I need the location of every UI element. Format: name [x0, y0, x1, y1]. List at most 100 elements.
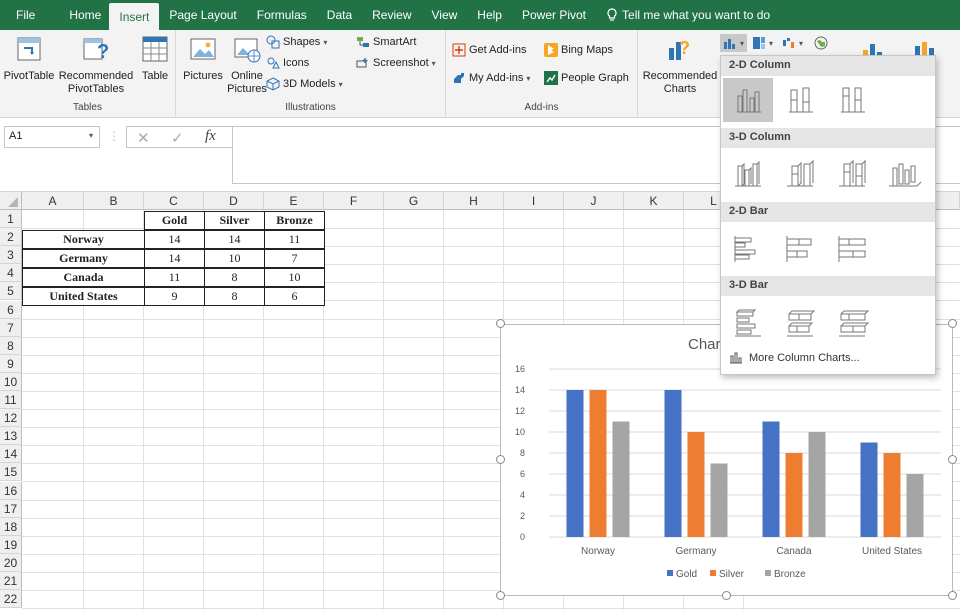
- column-header-f[interactable]: F: [324, 192, 384, 210]
- shapes-button[interactable]: Shapes ▾: [266, 35, 327, 49]
- clustered-bar-option[interactable]: [723, 226, 773, 270]
- row-header-16[interactable]: 16: [0, 481, 22, 500]
- country-germany[interactable]: Germany: [22, 249, 145, 268]
- chart-resize-handle-mr[interactable]: [948, 455, 957, 464]
- bronze-canada[interactable]: 10: [264, 268, 325, 287]
- bronze-norway[interactable]: 11: [264, 230, 325, 249]
- row-header-21[interactable]: 21: [0, 572, 22, 590]
- gold-norway[interactable]: 14: [144, 230, 205, 249]
- row-header-4[interactable]: 4: [0, 264, 22, 283]
- bronze-united-states[interactable]: 6: [264, 287, 325, 306]
- name-box[interactable]: A1 ▾: [4, 126, 100, 148]
- gold-united-states[interactable]: 9: [144, 287, 205, 306]
- insert-function-icon[interactable]: fx: [205, 128, 216, 145]
- column-header-g[interactable]: G: [384, 192, 444, 210]
- row-header-11[interactable]: 11: [0, 391, 22, 409]
- row-header-14[interactable]: 14: [0, 445, 22, 464]
- gold-germany[interactable]: 14: [144, 249, 205, 268]
- 3d-stacked-bar-option[interactable]: [775, 300, 825, 344]
- tab-home[interactable]: Home: [55, 0, 109, 30]
- column-header-c[interactable]: C: [144, 192, 204, 210]
- 3d-clustered-bar-option[interactable]: [723, 300, 773, 344]
- tell-me-box[interactable]: Tell me what you want to do: [596, 0, 780, 30]
- 100-stacked-column-option[interactable]: [827, 78, 877, 122]
- recommended-charts-button[interactable]: ? Recommended Charts: [640, 34, 720, 96]
- country-norway[interactable]: Norway: [22, 230, 145, 249]
- 3d-column-option[interactable]: [879, 152, 929, 196]
- pictures-button[interactable]: Pictures: [180, 34, 226, 83]
- 100-stacked-bar-option[interactable]: [827, 226, 877, 270]
- pivottable-button[interactable]: PivotTable: [2, 34, 56, 83]
- enter-icon[interactable]: ✓: [171, 129, 184, 147]
- row-header-8[interactable]: 8: [0, 336, 22, 355]
- row-header-2[interactable]: 2: [0, 228, 22, 247]
- bronze-germany[interactable]: 7: [264, 249, 325, 268]
- 3d-models-button[interactable]: 3D Models ▾: [266, 77, 343, 91]
- country-canada[interactable]: Canada: [22, 268, 145, 287]
- select-all-corner[interactable]: [0, 192, 22, 210]
- row-header-7[interactable]: 7: [0, 318, 22, 337]
- clustered-column-option[interactable]: [723, 78, 773, 122]
- column-header-i[interactable]: I: [504, 192, 564, 210]
- tab-file[interactable]: File: [0, 0, 55, 30]
- chart-resize-handle-bl[interactable]: [496, 591, 505, 600]
- column-header-a[interactable]: A: [22, 192, 84, 210]
- row-header-20[interactable]: 20: [0, 553, 22, 572]
- smartart-button[interactable]: SmartArt: [356, 35, 416, 49]
- row-header-13[interactable]: 13: [0, 427, 22, 446]
- column-header-k[interactable]: K: [624, 192, 684, 210]
- chart-resize-handle-tl[interactable]: [496, 319, 505, 328]
- header-silver[interactable]: Silver: [204, 211, 265, 230]
- screenshot-button[interactable]: Screenshot ▾: [356, 56, 436, 70]
- silver-norway[interactable]: 14: [204, 230, 265, 249]
- get-addins-button[interactable]: Get Add-ins: [452, 43, 526, 57]
- silver-united-states[interactable]: 8: [204, 287, 265, 306]
- stacked-bar-option[interactable]: [775, 226, 825, 270]
- column-header-h[interactable]: H: [444, 192, 504, 210]
- chart-resize-handle-ml[interactable]: [496, 455, 505, 464]
- row-header-12[interactable]: 12: [0, 409, 22, 428]
- people-graph-button[interactable]: People Graph: [544, 71, 629, 85]
- row-header-5[interactable]: 5: [0, 282, 22, 301]
- 3d-100-stacked-bar-option[interactable]: [827, 300, 877, 344]
- my-addins-button[interactable]: My Add-ins ▾: [452, 71, 530, 85]
- column-header-e[interactable]: E: [264, 192, 324, 210]
- column-header-d[interactable]: D: [204, 192, 264, 210]
- row-header-3[interactable]: 3: [0, 246, 22, 265]
- online-pictures-button[interactable]: Online Pictures: [226, 34, 268, 96]
- row-header-19[interactable]: 19: [0, 535, 22, 554]
- tab-power-pivot[interactable]: Power Pivot: [512, 0, 596, 30]
- insert-map-chart-button[interactable]: [812, 34, 830, 52]
- gold-canada[interactable]: 11: [144, 268, 205, 287]
- 3d-clustered-column-option[interactable]: [723, 152, 773, 196]
- stacked-column-option[interactable]: [775, 78, 825, 122]
- bing-maps-button[interactable]: Bing Maps: [544, 43, 613, 57]
- tab-formulas[interactable]: Formulas: [247, 0, 317, 30]
- row-header-17[interactable]: 17: [0, 499, 22, 518]
- 3d-100-stacked-column-option[interactable]: [827, 152, 877, 196]
- tab-data[interactable]: Data: [317, 0, 362, 30]
- chart-resize-handle-br[interactable]: [948, 591, 957, 600]
- chart-resize-handle-bm[interactable]: [722, 591, 731, 600]
- row-header-15[interactable]: 15: [0, 463, 22, 482]
- row-header-10[interactable]: 10: [0, 372, 22, 391]
- header-bronze[interactable]: Bronze: [264, 211, 325, 230]
- tab-help[interactable]: Help: [467, 0, 512, 30]
- row-header-9[interactable]: 9: [0, 354, 22, 373]
- row-header-6[interactable]: 6: [0, 300, 22, 319]
- tab-insert[interactable]: Insert: [109, 3, 160, 30]
- chart-resize-handle-tr[interactable]: [948, 319, 957, 328]
- insert-column-chart-button[interactable]: ▾: [720, 34, 748, 52]
- 3d-stacked-column-option[interactable]: [775, 152, 825, 196]
- column-header-b[interactable]: B: [84, 192, 144, 210]
- insert-hierarchy-chart-button[interactable]: ▾: [750, 34, 775, 52]
- column-header-j[interactable]: J: [564, 192, 624, 210]
- header-gold[interactable]: Gold: [144, 211, 205, 230]
- tab-review[interactable]: Review: [362, 0, 421, 30]
- table-button[interactable]: Table: [138, 34, 172, 83]
- row-header-1[interactable]: 1: [0, 210, 22, 228]
- recommended-pivottables-button[interactable]: ? Recommended PivotTables: [56, 34, 136, 96]
- cancel-icon[interactable]: ✕: [137, 129, 150, 147]
- insert-waterfall-chart-button[interactable]: ▾: [780, 34, 805, 52]
- tab-page-layout[interactable]: Page Layout: [159, 0, 246, 30]
